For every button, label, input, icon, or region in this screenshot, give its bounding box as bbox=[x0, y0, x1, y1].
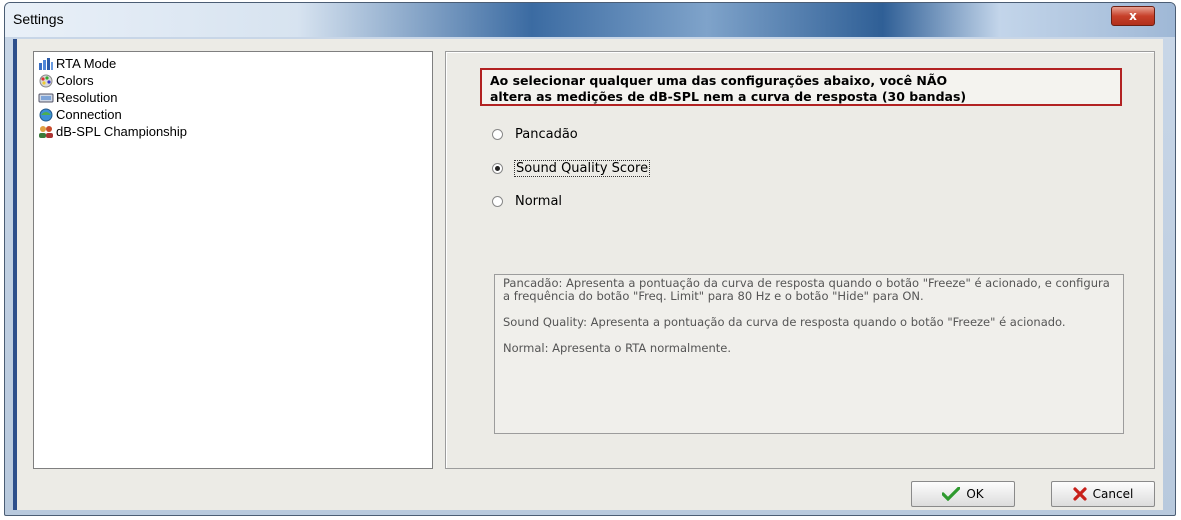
cancel-x-icon bbox=[1073, 487, 1087, 501]
radio-pancadao[interactable]: Pancadão bbox=[492, 124, 578, 144]
ok-button[interactable]: OK bbox=[911, 481, 1015, 507]
resolution-icon bbox=[38, 91, 54, 105]
radio-normal[interactable]: Normal bbox=[492, 191, 562, 211]
tree-item-rta-mode[interactable]: RTA Mode bbox=[38, 55, 116, 72]
close-button[interactable]: x bbox=[1111, 6, 1155, 26]
tree-item-connection[interactable]: Connection bbox=[38, 106, 122, 123]
rta-mode-icon bbox=[38, 57, 54, 71]
radio-button-icon[interactable] bbox=[492, 195, 503, 207]
radio-button-icon[interactable] bbox=[492, 128, 503, 140]
cancel-button[interactable]: Cancel bbox=[1051, 481, 1155, 507]
checkmark-icon bbox=[942, 487, 961, 501]
connection-icon bbox=[38, 108, 54, 122]
tree-item-label: Resolution bbox=[56, 90, 118, 105]
settings-window: Settings x RTA Mode Colors Resolution Co… bbox=[4, 2, 1176, 516]
notice-line-1: Ao selecionar qualquer uma das configura… bbox=[490, 73, 948, 88]
tree-item-label: Connection bbox=[56, 107, 122, 122]
championship-icon bbox=[38, 125, 54, 139]
title-bar[interactable]: Settings x bbox=[5, 3, 1175, 37]
tree-item-colors[interactable]: Colors bbox=[38, 72, 94, 89]
dialog-client-area: RTA Mode Colors Resolution Connection dB… bbox=[13, 39, 1163, 510]
ok-label: OK bbox=[966, 487, 984, 501]
options-panel: Ao selecionar qualquer uma das configura… bbox=[445, 51, 1155, 469]
cancel-label: Cancel bbox=[1092, 487, 1134, 501]
tree-item-label: Colors bbox=[56, 73, 94, 88]
settings-category-tree[interactable]: RTA Mode Colors Resolution Connection dB… bbox=[33, 51, 433, 469]
radio-label: Pancadão bbox=[515, 126, 578, 142]
radio-button-selected-icon[interactable] bbox=[492, 162, 503, 174]
colors-icon bbox=[38, 74, 54, 88]
tree-item-db-spl-championship[interactable]: dB-SPL Championship bbox=[38, 123, 187, 140]
radio-sound-quality-score[interactable]: Sound Quality Score bbox=[492, 158, 651, 178]
tree-item-label: RTA Mode bbox=[56, 56, 117, 71]
window-title: Settings bbox=[13, 11, 64, 27]
notice-line-2: altera as medições de dB-SPL nem a curva… bbox=[490, 89, 967, 104]
description-textbox[interactable]: Pancadão: Apresenta a pontuação da curva… bbox=[494, 274, 1124, 434]
radio-label: Normal bbox=[515, 193, 563, 209]
radio-label: Sound Quality Score bbox=[513, 159, 651, 177]
left-edge-accent bbox=[13, 39, 17, 510]
tree-item-resolution[interactable]: Resolution bbox=[38, 89, 117, 106]
tree-item-label: dB-SPL Championship bbox=[56, 124, 188, 139]
warning-notice: Ao selecionar qualquer uma das configura… bbox=[480, 68, 1122, 106]
